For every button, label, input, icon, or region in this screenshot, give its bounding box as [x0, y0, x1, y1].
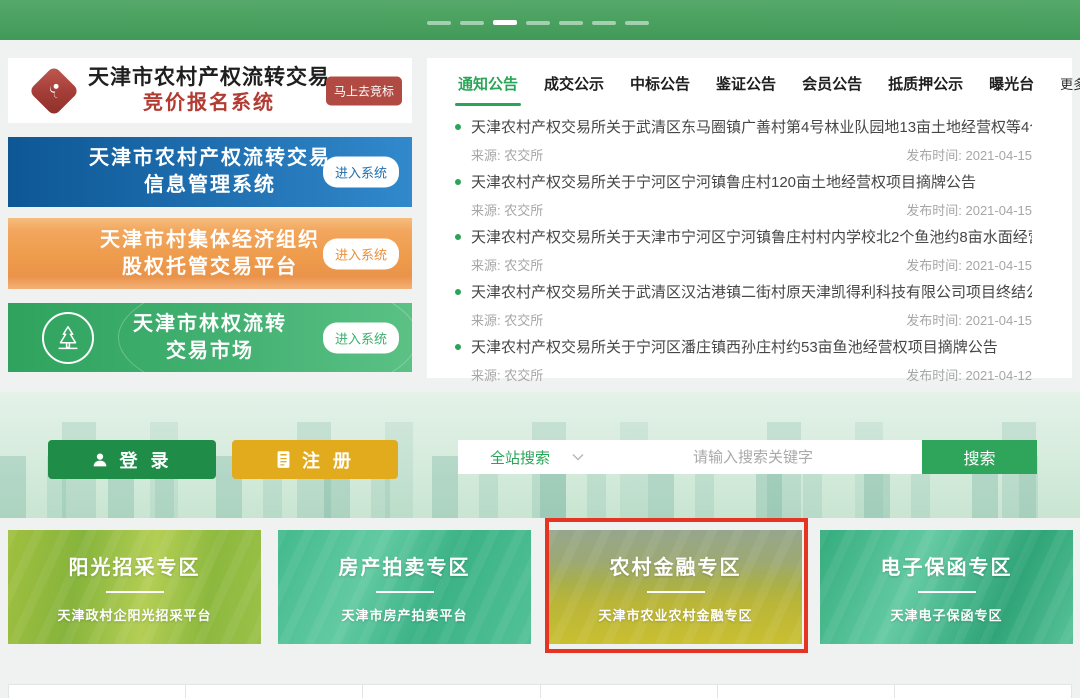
id-card-icon — [275, 450, 292, 469]
news-time: 发布时间: 2021-04-15 — [906, 200, 1032, 219]
zone-subtitle: 天津政村企阳光招采平台 — [57, 605, 211, 624]
forest-rights-market-banner[interactable]: 天津市林权流转 交易市场 进入系统 — [8, 303, 412, 372]
more-link[interactable]: 更多 ▶ — [1060, 74, 1080, 105]
tab-notice[interactable]: 通知公告 — [458, 73, 518, 106]
zone-title: 阳光招采专区 — [69, 551, 201, 580]
news-item: 天津农村产权交易所关于宁河区潘庄镇西孙庄村约53亩鱼池经营权项目摘牌公告 来源:… — [427, 336, 1072, 391]
news-item: 天津农村产权交易所关于宁河区宁河镇鲁庄村120亩土地经营权项目摘牌公告 来源: … — [427, 171, 1072, 226]
top-carousel-bar — [0, 0, 1080, 40]
user-icon — [91, 451, 109, 469]
zone-card-rural-finance[interactable]: 农村金融专区 天津市农业农村金融专区 — [549, 530, 802, 644]
news-link[interactable]: 天津农村产权交易所关于宁河区潘庄镇西孙庄村约53亩鱼池经营权项目摘牌公告 — [455, 336, 1032, 357]
news-time: 发布时间: 2021-04-15 — [906, 145, 1032, 164]
zone-card-sunshine-procurement[interactable]: 阳光招采专区 天津政村企阳光招采平台 — [8, 530, 261, 644]
carousel-dash[interactable] — [592, 21, 616, 25]
news-list: 天津农村产权交易所关于武清区东马圈镇广善村第4号林业队园地13亩土地经营权等4个… — [427, 106, 1072, 391]
news-link[interactable]: 天津农村产权交易所关于武清区东马圈镇广善村第4号林业队园地13亩土地经营权等4个… — [455, 116, 1032, 137]
footer-cell — [185, 684, 363, 698]
zone-card-property-auction[interactable]: 房产拍卖专区 天津市房产拍卖平台 — [278, 530, 531, 644]
register-button[interactable]: 注 册 — [232, 440, 398, 479]
tree-icon — [42, 312, 94, 364]
logo-title: 天津市农村产权流转交易 — [88, 65, 330, 91]
bullet-icon — [455, 344, 461, 350]
news-tabbar: 通知公告 成交公示 中标公告 鉴证公告 会员公告 抵质押公示 曝光台 更多 ▶ — [427, 58, 1072, 106]
search-scope-select[interactable]: 全站搜索 — [490, 447, 584, 468]
carousel-dash[interactable] — [427, 21, 451, 25]
go-bid-button[interactable]: 马上去竞标 — [326, 76, 402, 105]
enter-system-button-green[interactable]: 进入系统 — [323, 322, 399, 353]
search-scope-label: 全站搜索 — [490, 447, 550, 468]
carousel-dashes — [427, 21, 649, 25]
news-source: 来源: 农交所 — [471, 145, 543, 164]
zone-title: 农村金融专区 — [610, 551, 742, 580]
news-item: 天津农村产权交易所关于武清区东马圈镇广善村第4号林业队园地13亩土地经营权等4个… — [427, 116, 1072, 171]
search-input[interactable] — [584, 449, 922, 466]
footer-row — [8, 684, 1072, 698]
bidding-system-logo-card[interactable]: 天津市农村产权流转交易 竞价报名系统 马上去竞标 — [8, 58, 412, 123]
tab-mortgage[interactable]: 抵质押公示 — [888, 73, 963, 106]
tab-winning-bid[interactable]: 中标公告 — [630, 73, 690, 106]
tab-authentication[interactable]: 鉴证公告 — [716, 73, 776, 106]
logo-subtitle: 竞价报名系统 — [88, 91, 330, 116]
bullet-icon — [455, 234, 461, 240]
carousel-dash[interactable] — [460, 21, 484, 25]
news-link[interactable]: 天津农村产权交易所关于宁河区宁河镇鲁庄村120亩土地经营权项目摘牌公告 — [455, 171, 1032, 192]
news-item: 天津农村产权交易所关于武清区汉沽港镇二街村原天津凯得利科技有限公司项目终结公告 … — [427, 281, 1072, 336]
carousel-dash[interactable] — [526, 21, 550, 25]
zone-divider — [918, 591, 976, 593]
tab-member[interactable]: 会员公告 — [802, 73, 862, 106]
news-source: 来源: 农交所 — [471, 310, 543, 329]
news-source: 来源: 农交所 — [471, 200, 543, 219]
carousel-dash[interactable] — [625, 21, 649, 25]
news-time: 发布时间: 2021-04-12 — [906, 365, 1032, 384]
zone-divider — [376, 591, 434, 593]
carousel-dash[interactable] — [493, 20, 517, 25]
page: 天津市农村产权流转交易 竞价报名系统 马上去竞标 天津市农村产权流转交易 信息管… — [0, 0, 1080, 698]
news-item: 天津农村产权交易所关于天津市宁河区宁河镇鲁庄村村内学校北2个鱼池约8亩水面经营.… — [427, 226, 1072, 281]
card-texture — [549, 530, 802, 644]
zone-title: 电子保函专区 — [881, 551, 1013, 580]
search-button[interactable]: 搜索 — [922, 440, 1037, 474]
card-texture — [820, 530, 1073, 644]
bullet-icon — [455, 289, 461, 295]
news-panel: 通知公告 成交公示 中标公告 鉴证公告 会员公告 抵质押公示 曝光台 更多 ▶ … — [427, 58, 1072, 378]
footer-cell — [540, 684, 718, 698]
footer-cell — [894, 684, 1072, 698]
news-link[interactable]: 天津农村产权交易所关于武清区汉沽港镇二街村原天津凯得利科技有限公司项目终结公告 — [455, 281, 1032, 302]
zone-divider — [647, 591, 705, 593]
card-texture — [278, 530, 531, 644]
zone-subtitle: 天津电子保函专区 — [890, 605, 1002, 624]
footer-cell — [362, 684, 540, 698]
zone-card-e-guarantee[interactable]: 电子保函专区 天津电子保函专区 — [820, 530, 1073, 644]
zone-divider — [106, 591, 164, 593]
enter-system-button-blue[interactable]: 进入系统 — [323, 157, 399, 188]
news-source: 来源: 农交所 — [471, 255, 543, 274]
tab-deal-publicity[interactable]: 成交公示 — [544, 73, 604, 106]
zone-title: 房产拍卖专区 — [339, 551, 471, 580]
zone-subtitle: 天津市房产拍卖平台 — [341, 605, 467, 624]
chevron-down-icon — [572, 453, 584, 461]
enter-system-button-orange[interactable]: 进入系统 — [323, 238, 399, 269]
news-time: 发布时间: 2021-04-15 — [906, 310, 1032, 329]
bullet-icon — [455, 124, 461, 130]
card-texture — [8, 530, 261, 644]
carousel-dash[interactable] — [559, 21, 583, 25]
footer-cell — [8, 684, 186, 698]
info-management-system-banner[interactable]: 天津市农村产权流转交易 信息管理系统 进入系统 — [8, 137, 412, 207]
news-link[interactable]: 天津农村产权交易所关于天津市宁河区宁河镇鲁庄村村内学校北2个鱼池约8亩水面经营.… — [455, 226, 1032, 247]
news-source: 来源: 农交所 — [471, 365, 543, 384]
bullet-icon — [455, 179, 461, 185]
zone-subtitle: 天津市农业农村金融专区 — [598, 605, 752, 624]
news-time: 发布时间: 2021-04-15 — [906, 255, 1032, 274]
login-button[interactable]: 登 录 — [48, 440, 216, 479]
brand-diamond-icon — [29, 65, 80, 116]
footer-cell — [717, 684, 895, 698]
tab-exposure[interactable]: 曝光台 — [989, 73, 1034, 106]
equity-trusteeship-platform-banner[interactable]: 天津市村集体经济组织 股权托管交易平台 进入系统 — [8, 218, 412, 289]
search-bar: 全站搜索 搜索 — [458, 440, 1037, 474]
